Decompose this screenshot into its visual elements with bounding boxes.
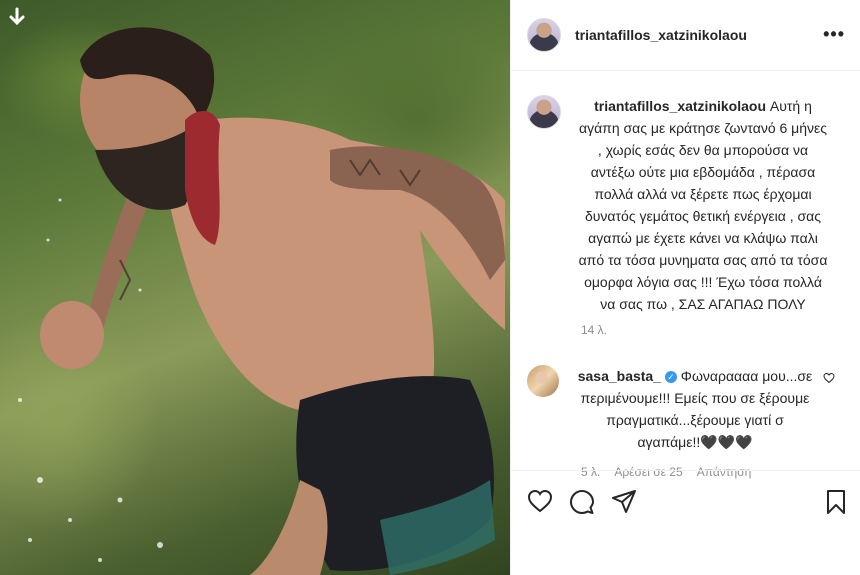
author-avatar[interactable] bbox=[527, 18, 561, 52]
comment-like-icon[interactable] bbox=[823, 371, 835, 389]
comment-text-block: sasa_basta_ ✓ Φωναραααα μου...σε περιμέν… bbox=[575, 365, 815, 453]
caption-text: Αυτή η αγάπη σας με κράτησε ζωντανό 6 μή… bbox=[578, 98, 828, 312]
post-actions-bar bbox=[511, 470, 860, 531]
comment-item: sasa_basta_ ✓ Φωναραααα μου...σε περιμέν… bbox=[511, 349, 860, 453]
commenter-avatar[interactable] bbox=[527, 365, 559, 397]
post-timestamp[interactable]: 14 λ. bbox=[581, 323, 860, 337]
commenter-username[interactable]: sasa_basta_ bbox=[578, 368, 661, 384]
heart-icon[interactable] bbox=[527, 489, 553, 518]
download-arrow-icon[interactable] bbox=[6, 6, 28, 28]
comment-bubble-icon[interactable] bbox=[569, 489, 595, 520]
more-options-icon[interactable]: ••• bbox=[823, 24, 845, 45]
post-photo bbox=[0, 0, 510, 575]
caption-text-block: triantafillos_xatzinikolaou Αυτή η αγάπη… bbox=[577, 95, 829, 315]
caption-username[interactable]: triantafillos_xatzinikolaou bbox=[594, 98, 766, 114]
verified-badge-icon: ✓ bbox=[664, 371, 677, 384]
bookmark-icon[interactable] bbox=[825, 489, 847, 520]
post-side-panel: triantafillos_xatzinikolaou ••• triantaf… bbox=[510, 0, 860, 575]
post-caption: triantafillos_xatzinikolaou Αυτή η αγάπη… bbox=[511, 71, 860, 315]
caption-avatar[interactable] bbox=[527, 95, 561, 129]
paper-plane-icon[interactable] bbox=[611, 489, 637, 518]
post-header: triantafillos_xatzinikolaou ••• bbox=[511, 0, 860, 71]
author-username[interactable]: triantafillos_xatzinikolaou bbox=[575, 27, 747, 43]
photo-illustration bbox=[18, 27, 506, 575]
